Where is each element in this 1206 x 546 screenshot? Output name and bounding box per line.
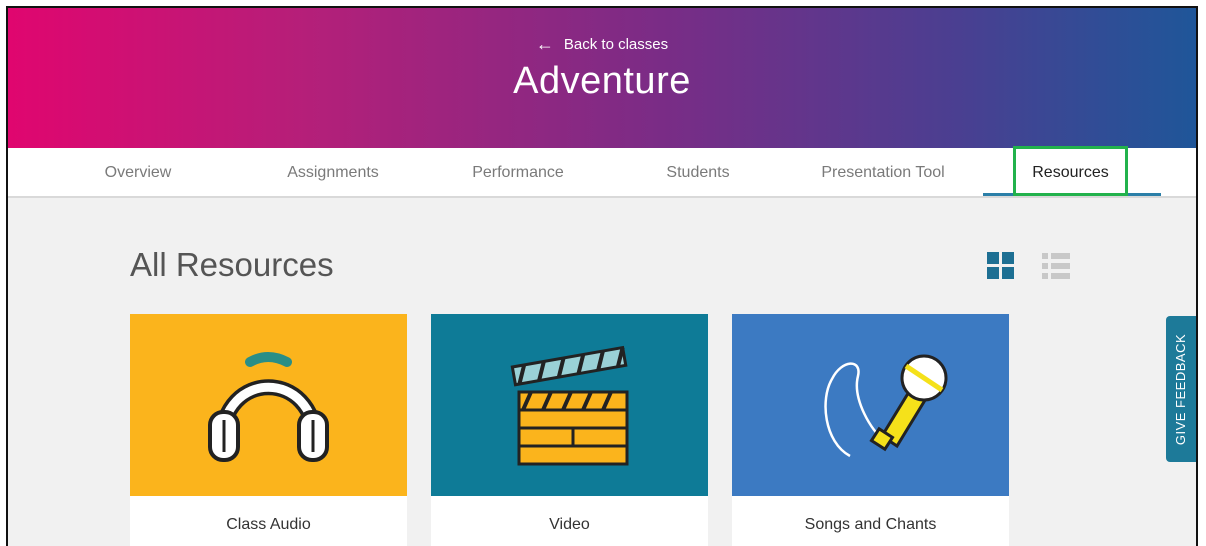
back-label: Back to classes <box>563 35 669 53</box>
tab-students[interactable]: Students <box>638 148 758 196</box>
arrow-left-icon: ← <box>535 34 554 54</box>
card-art <box>732 314 1009 496</box>
back-to-classes-link[interactable]: ← Back to classes <box>8 35 1196 53</box>
card-label: Video <box>549 516 590 533</box>
tab-overview[interactable]: Overview <box>78 148 198 196</box>
class-header: ← Back to classes Adventure <box>8 8 1196 148</box>
tab-presentation-tool[interactable]: Presentation Tool <box>798 148 968 196</box>
active-tab-indicator <box>983 193 1161 196</box>
app-frame: ← Back to classes Adventure Overview Ass… <box>6 6 1198 546</box>
card-label: Songs and Chants <box>804 516 937 533</box>
class-title: Adventure <box>513 60 691 102</box>
card-art <box>431 314 708 496</box>
tab-performance[interactable]: Performance <box>443 148 593 196</box>
list-view-icon <box>1042 253 1070 279</box>
clapperboard-icon <box>510 345 629 466</box>
card-label: Class Audio <box>226 516 311 533</box>
resource-card-class-audio[interactable]: Class Audio <box>130 314 407 546</box>
card-art <box>130 314 407 496</box>
list-view-button[interactable] <box>1042 252 1070 285</box>
grid-view-button[interactable] <box>987 252 1015 285</box>
feedback-label: GIVE FEEDBACK <box>1173 333 1189 445</box>
headphones-icon <box>208 352 329 462</box>
resource-card-songs-and-chants[interactable]: Songs and Chants <box>732 314 1009 546</box>
page-title: All Resources <box>130 246 334 283</box>
tab-assignments[interactable]: Assignments <box>258 148 408 196</box>
tab-resources[interactable]: Resources <box>1013 148 1128 196</box>
tab-bar: Overview Assignments Performance Student… <box>8 148 1196 198</box>
resource-card-video[interactable]: Video <box>431 314 708 546</box>
grid-view-icon <box>987 252 1014 279</box>
give-feedback-button[interactable]: GIVE FEEDBACK <box>1166 316 1196 462</box>
microphone-icon <box>824 354 948 458</box>
